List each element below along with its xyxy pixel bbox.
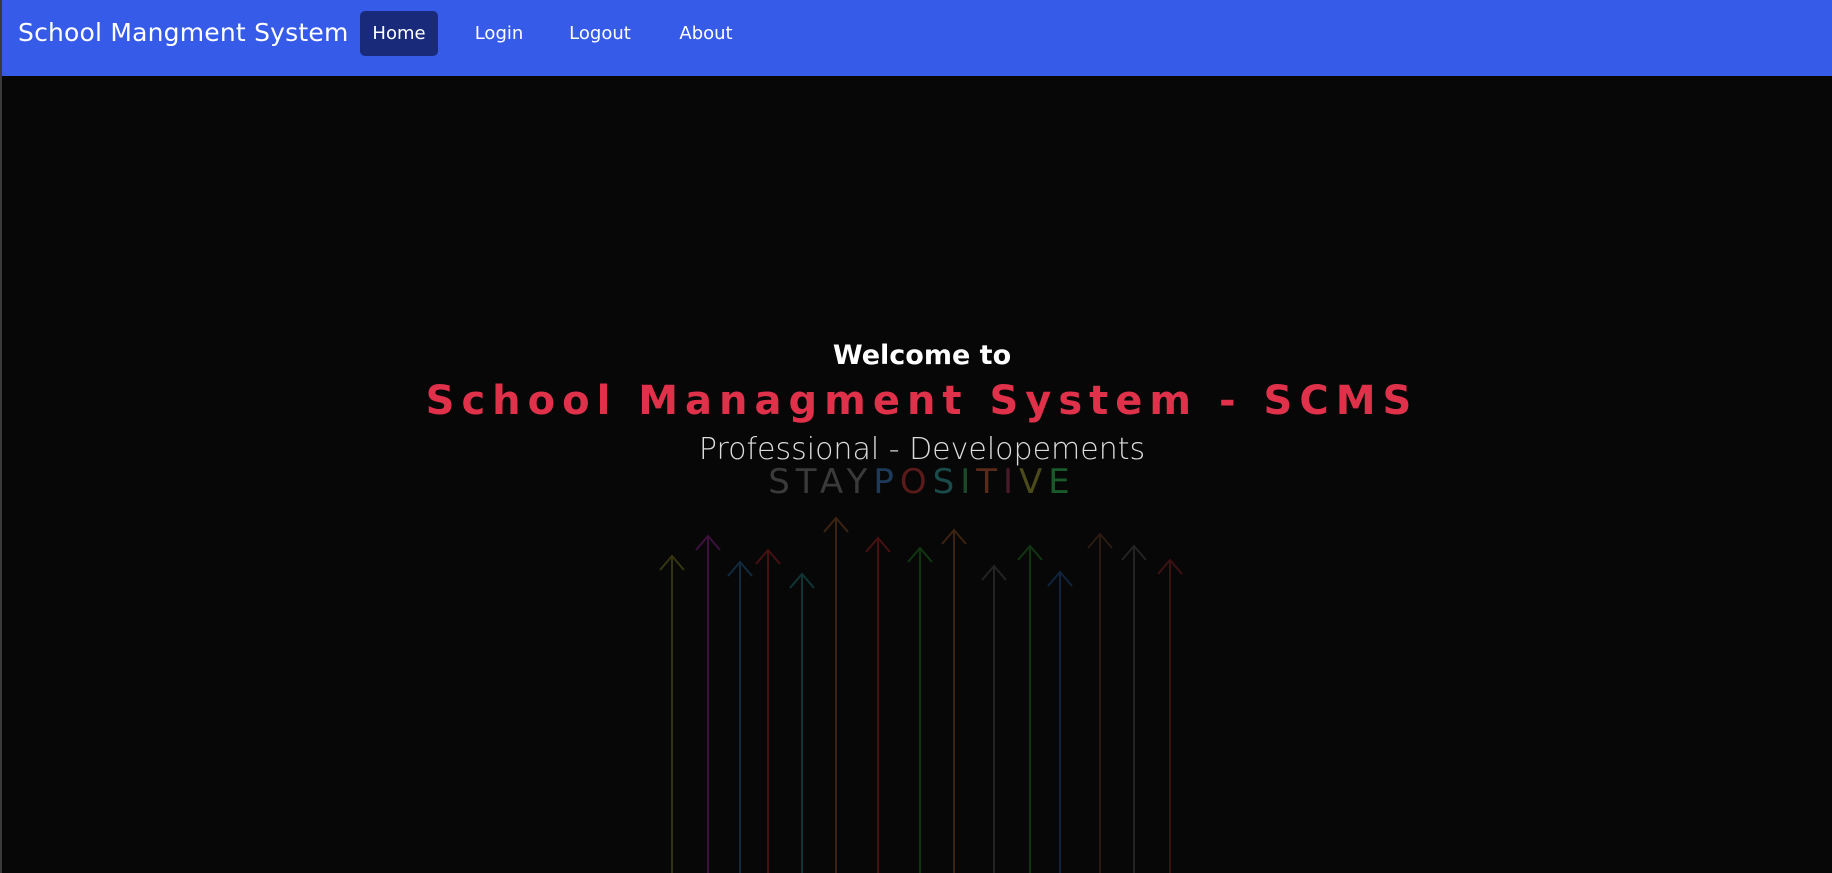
arrow-shape bbox=[981, 564, 1007, 873]
arrow-shape bbox=[1121, 544, 1147, 873]
positive-word: POSITIVE bbox=[873, 462, 1075, 502]
hero-subtitle: Professional - Developements bbox=[698, 432, 1146, 467]
arrow-shape bbox=[907, 546, 933, 873]
arrow-shape bbox=[727, 560, 753, 873]
arrow-shape bbox=[1017, 544, 1043, 873]
system-title: School Managment System - SCMS bbox=[425, 378, 1419, 424]
arrow-shape bbox=[755, 548, 781, 873]
positive-letter: I bbox=[1003, 462, 1020, 502]
positive-letter: O bbox=[899, 462, 933, 502]
welcome-heading: Welcome to bbox=[832, 340, 1012, 371]
arrow-shape bbox=[789, 572, 815, 873]
arrow-shape bbox=[865, 536, 891, 873]
arrow-shape bbox=[1047, 570, 1073, 873]
arrow-shape bbox=[659, 554, 685, 873]
arrow-shape bbox=[1157, 558, 1183, 873]
stay-word: STAY bbox=[768, 462, 874, 502]
arrow-shape bbox=[695, 534, 721, 873]
positive-letter: S bbox=[932, 462, 961, 502]
arrow-shape bbox=[823, 516, 849, 873]
positive-letter: E bbox=[1048, 462, 1076, 502]
positive-letter: P bbox=[873, 462, 900, 502]
positive-letter: I bbox=[960, 462, 977, 502]
arrow-shape bbox=[1087, 532, 1113, 873]
stay-positive-art: STAYPOSITIVE bbox=[0, 462, 1832, 502]
positive-letter: V bbox=[1019, 462, 1049, 502]
arrow-shape bbox=[941, 528, 967, 873]
positive-letter: T bbox=[976, 462, 1003, 502]
